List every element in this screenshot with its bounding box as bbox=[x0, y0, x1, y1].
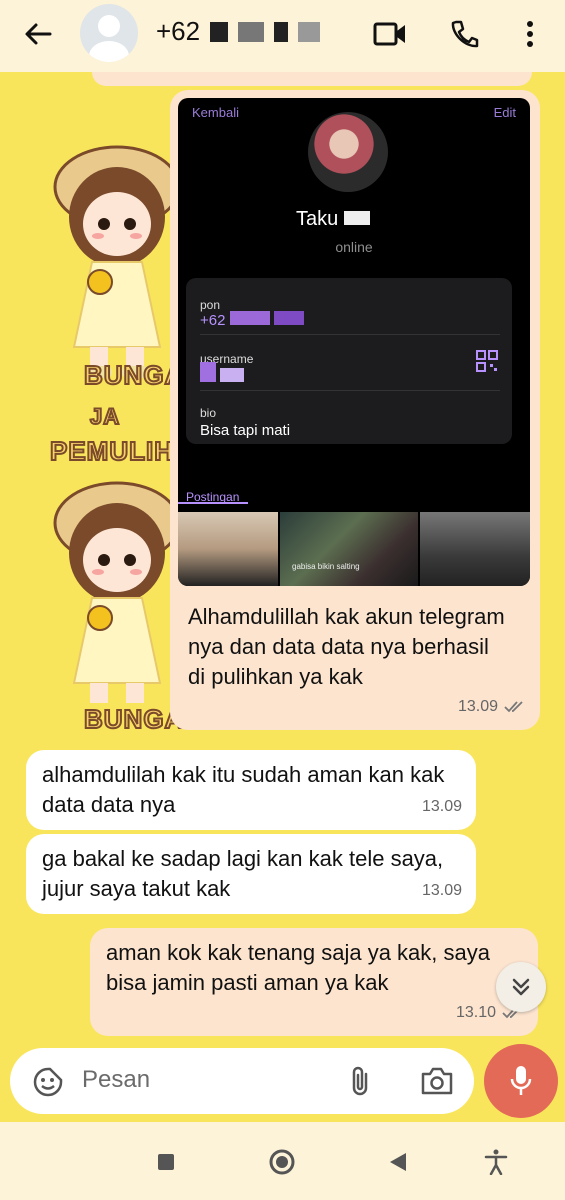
username-value bbox=[200, 362, 245, 393]
phone-icon bbox=[451, 20, 479, 48]
message-text: aman kok kak tenang saja ya kak, saya bi… bbox=[106, 940, 490, 995]
message-meta: 13.09 bbox=[422, 876, 462, 906]
voice-call-button[interactable] bbox=[444, 14, 484, 54]
contact-name[interactable]: +62 bbox=[156, 16, 321, 47]
redaction-block bbox=[343, 211, 370, 225]
microphone-icon bbox=[510, 1066, 532, 1095]
double-check-read-icon bbox=[504, 701, 523, 713]
message-meta: 13.09 bbox=[422, 792, 462, 822]
contact-avatar[interactable] bbox=[80, 4, 138, 62]
telegram-info-card: pon +62 username bio Bisa tapi mati bbox=[186, 278, 512, 444]
accessibility-icon bbox=[484, 1149, 508, 1175]
message-input[interactable]: Pesan bbox=[82, 1066, 150, 1094]
attached-screenshot[interactable]: Kembali Edit Taku online pon +62 usernam… bbox=[178, 98, 530, 586]
double-chevron-down-icon bbox=[512, 978, 530, 996]
message-bubble-incoming[interactable]: ga bakal ke sadap lagi kan kak tele saya… bbox=[26, 834, 476, 914]
tab-underline bbox=[178, 502, 248, 504]
bio-value: Bisa tapi mati bbox=[200, 422, 291, 439]
arrow-left-icon bbox=[25, 23, 52, 45]
divider bbox=[200, 334, 500, 335]
telegram-online-status: online bbox=[335, 239, 373, 255]
message-time: 13.09 bbox=[457, 698, 498, 715]
telegram-profile-picture bbox=[308, 112, 388, 192]
phone-value: +62 bbox=[200, 306, 304, 336]
back-icon bbox=[390, 1153, 406, 1171]
telegram-posts-tab: Postingan bbox=[186, 490, 240, 504]
message-time: 13.09 bbox=[421, 798, 462, 815]
redaction-block bbox=[220, 368, 245, 382]
back-nav-button[interactable] bbox=[380, 1144, 416, 1180]
qr-code-icon bbox=[476, 350, 498, 372]
telegram-edit-label: Edit bbox=[493, 105, 516, 120]
video-call-icon bbox=[373, 22, 405, 46]
voice-record-button[interactable] bbox=[484, 1044, 558, 1118]
divider bbox=[200, 390, 500, 391]
wallpaper-text: JA bbox=[89, 403, 121, 430]
message-meta: 13.09 bbox=[458, 692, 526, 722]
message-bubble-incoming[interactable]: alhamdulilah kak itu sudah aman kan kak … bbox=[26, 750, 476, 830]
scroll-to-bottom-button[interactable] bbox=[496, 962, 546, 1012]
post-thumbnail: gabisa bikin salting bbox=[280, 512, 418, 586]
paperclip-icon[interactable] bbox=[348, 1064, 372, 1098]
post-thumbnail bbox=[178, 512, 278, 586]
redaction-block bbox=[273, 311, 304, 325]
back-button[interactable] bbox=[18, 16, 58, 52]
message-text: ga bakal ke sadap lagi kan kak tele saya… bbox=[42, 846, 444, 901]
redaction-block bbox=[210, 21, 229, 42]
accessibility-button[interactable] bbox=[478, 1144, 514, 1180]
message-bubble-outgoing[interactable]: aman kok kak tenang saja ya kak, saya bi… bbox=[90, 928, 538, 1036]
phone-value-text: +62 bbox=[200, 312, 226, 329]
redaction-block bbox=[274, 21, 289, 42]
message-text: Alhamdulillah kak akun telegram nya dan … bbox=[188, 604, 505, 689]
recent-apps-icon bbox=[158, 1154, 174, 1170]
telegram-name-text: Taku bbox=[296, 208, 339, 230]
contact-phone-prefix: +62 bbox=[156, 16, 201, 46]
more-options-button[interactable] bbox=[510, 14, 550, 54]
wallpaper-girl-illustration bbox=[53, 481, 181, 703]
default-avatar-icon bbox=[89, 15, 129, 62]
redaction-block bbox=[200, 362, 216, 382]
camera-icon[interactable] bbox=[420, 1066, 454, 1096]
post-thumbnail bbox=[420, 512, 530, 586]
telegram-profile-name: Taku bbox=[296, 204, 370, 234]
thumbnail-caption: gabisa bikin salting bbox=[292, 562, 360, 571]
wallpaper-girl-illustration bbox=[53, 145, 181, 378]
redaction-block bbox=[238, 21, 265, 42]
sticker-emoji-icon[interactable] bbox=[32, 1066, 64, 1098]
redaction-block bbox=[229, 311, 270, 325]
system-navigation-bar bbox=[0, 1122, 565, 1200]
message-bubble-outgoing[interactable]: Kembali Edit Taku online pon +62 usernam… bbox=[170, 90, 540, 730]
message-composer: Pesan bbox=[10, 1048, 474, 1114]
recent-apps-button[interactable] bbox=[148, 1144, 184, 1180]
telegram-back-label: Kembali bbox=[192, 105, 239, 120]
message-time: 13.09 bbox=[421, 882, 462, 899]
video-call-button[interactable] bbox=[370, 14, 410, 54]
more-vert-icon bbox=[527, 21, 533, 47]
home-icon bbox=[269, 1149, 295, 1175]
message-text: alhamdulilah kak itu sudah aman kan kak … bbox=[42, 762, 445, 817]
message-time: 13.10 bbox=[455, 1004, 496, 1021]
home-button[interactable] bbox=[264, 1144, 300, 1180]
chat-header: +62 bbox=[0, 0, 565, 72]
redaction-block bbox=[298, 21, 321, 42]
